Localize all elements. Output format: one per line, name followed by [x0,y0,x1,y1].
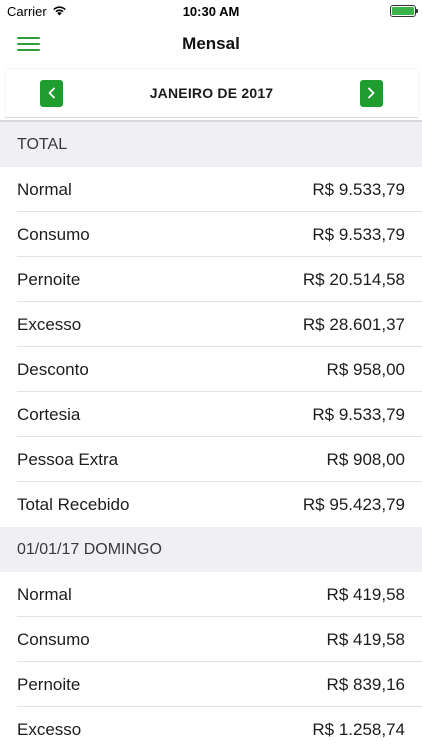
list-item: Total Recebido R$ 95.423,79 [0,482,422,527]
row-label: Total Recebido [17,494,130,514]
row-label: Consumo [17,224,90,244]
chevron-right-icon [368,87,375,99]
list-item: Pernoite R$ 839,16 [0,662,422,707]
list-item: Pernoite R$ 20.514,58 [0,257,422,302]
chevron-left-icon [48,87,55,99]
list-item: Cortesia R$ 9.533,79 [0,392,422,437]
row-value: R$ 958,00 [326,359,405,379]
list-item: Desconto R$ 958,00 [0,347,422,392]
next-month-button[interactable] [359,79,383,107]
row-label: Excesso [17,314,82,334]
row-label: Normal [17,179,72,199]
row-value: R$ 28.601,37 [302,314,405,334]
section-header-total: TOTAL [0,122,422,167]
row-label: Pernoite [17,674,81,694]
row-label: Consumo [17,629,90,649]
previous-month-button[interactable] [40,79,63,107]
wifi-icon [52,4,67,19]
list-item: Excesso R$ 1.258,74 [0,707,422,750]
list-item: Consumo R$ 419,58 [0,617,422,662]
report-list[interactable]: TOTAL Normal R$ 9.533,79 Consumo R$ 9.53… [0,122,422,750]
month-selector: JANEIRO DE 2017 [5,69,418,117]
row-label: Pernoite [17,269,81,289]
month-label: JANEIRO DE 2017 [149,85,274,101]
list-item: Consumo R$ 9.533,79 [0,212,422,257]
list-item: Excesso R$ 28.601,37 [0,302,422,347]
row-label: Normal [17,584,72,604]
navigation-bar: Mensal [0,22,422,66]
section-header-day: 01/01/17 DOMINGO [0,527,422,572]
list-item: Pessoa Extra R$ 908,00 [0,437,422,482]
list-item: Normal R$ 9.533,79 [0,167,422,212]
battery-icon [390,5,418,17]
row-value: R$ 1.258,74 [312,719,405,739]
status-bar: Carrier 10:30 AM [0,0,422,22]
row-label: Cortesia [17,404,81,424]
row-label: Pessoa Extra [17,449,119,469]
row-value: R$ 9.533,79 [312,224,405,244]
row-label: Desconto [17,359,89,379]
row-value: R$ 9.533,79 [312,179,405,199]
list-item: Normal R$ 419,58 [0,572,422,617]
row-value: R$ 908,00 [326,449,405,469]
carrier-label: Carrier [7,3,47,19]
row-value: R$ 20.514,58 [302,269,405,289]
row-value: R$ 419,58 [326,584,405,604]
status-left: Carrier [7,4,67,19]
row-value: R$ 95.423,79 [302,494,405,514]
row-value: R$ 9.533,79 [312,404,405,424]
row-value: R$ 419,58 [326,629,405,649]
page-title: Mensal [182,34,240,53]
row-label: Excesso [17,719,82,739]
menu-icon[interactable] [17,35,40,53]
row-value: R$ 839,16 [326,674,405,694]
